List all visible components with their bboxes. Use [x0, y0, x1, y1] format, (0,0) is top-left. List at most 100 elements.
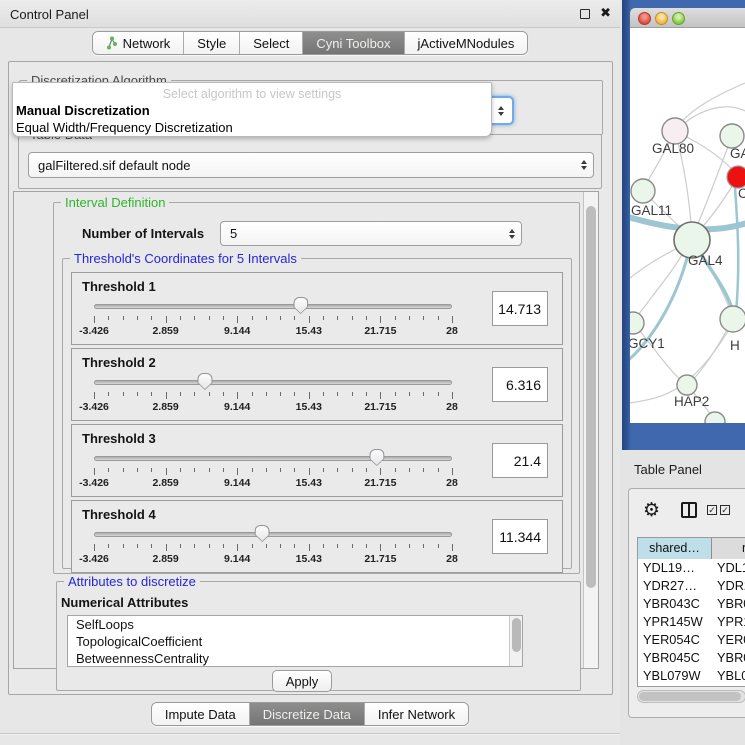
node-attribute-table[interactable]: shared…na YDL19…YDL1YDR27…YDR2YBR043CYBR…	[637, 537, 745, 687]
threshold-panel: Threshold 2 -3.4262.8599.14415.4321.7152…	[71, 348, 563, 421]
number-of-intervals-label: Number of Intervals	[82, 226, 204, 241]
cell-name: YDL1	[712, 559, 745, 577]
slider-thumb[interactable]	[369, 449, 384, 466]
table-row[interactable]: YBR045CYBR0	[638, 649, 745, 667]
slider-track[interactable]	[94, 532, 452, 537]
node-label: GAL11	[631, 203, 672, 218]
table-row[interactable]: YBL079WYBL0	[638, 667, 745, 685]
network-view-window[interactable]: GAL80 GA C GAL11 GAL4 GCY1 H HAP2	[622, 0, 745, 450]
tab-network[interactable]: Network	[93, 32, 185, 54]
table-row[interactable]: YLR345WYLR3	[638, 685, 745, 687]
cell-shared-name: YPR145W	[638, 613, 712, 631]
node-gcy1[interactable]	[630, 312, 644, 334]
table-row[interactable]: YER054CYER0	[638, 631, 745, 649]
threshold-value-field[interactable]: 11.344	[492, 519, 548, 554]
settings-scroll-area: Interval Definition Number of Intervals …	[13, 191, 599, 669]
tab-label: Select	[253, 36, 289, 51]
slider-track[interactable]	[94, 380, 452, 385]
threshold-value-field[interactable]: 6.316	[492, 367, 548, 402]
slider-ticks	[94, 316, 452, 324]
cell-shared-name: YBR043C	[638, 595, 712, 613]
control-panel-titlebar: Control Panel ✖	[0, 0, 620, 28]
table-row[interactable]: YPR145WYPR1	[638, 613, 745, 631]
tab-jactivemnodules[interactable]: jActiveMNodules	[405, 32, 528, 54]
column-header[interactable]: na	[712, 538, 745, 559]
dropdown-option-equal-width[interactable]: Equal Width/Frequency Discretization	[16, 120, 233, 135]
threshold-value-field[interactable]: 14.713	[492, 291, 548, 326]
tab-infer-network[interactable]: Infer Network	[365, 703, 468, 725]
slider-thumb[interactable]	[255, 525, 270, 542]
tab-select[interactable]: Select	[240, 32, 303, 54]
settings-scrollbar[interactable]	[583, 192, 598, 668]
scrollbar-thumb[interactable]	[586, 206, 596, 588]
cell-name: YPR1	[712, 613, 745, 631]
dropdown-placeholder-option[interactable]: Select algorithm to view settings	[13, 87, 491, 101]
threshold-panel: Threshold 1 -3.4262.8599.14415.4321.7152…	[71, 272, 563, 345]
zoom-traffic-light-icon[interactable]	[672, 12, 685, 25]
combo-stepper-icon	[503, 229, 521, 239]
threshold-value-field[interactable]: 21.4	[492, 443, 548, 478]
slider-thumb[interactable]	[293, 297, 308, 314]
tab-discretize-data[interactable]: Discretize Data	[250, 703, 365, 725]
float-window-icon[interactable]	[580, 9, 590, 19]
numerical-attributes-list[interactable]: SelfLoopsTopologicalCoefficientBetweenne…	[67, 615, 523, 667]
split-columns-icon[interactable]	[681, 502, 697, 518]
node-red-selected[interactable]	[727, 166, 745, 188]
threshold-panel: Threshold 4 -3.4262.8599.14415.4321.7152…	[71, 500, 563, 573]
table-row[interactable]: YDL19…YDL1	[638, 559, 745, 577]
table-row[interactable]: YBR043CYBR0	[638, 595, 745, 613]
cell-shared-name: YBR045C	[638, 649, 712, 667]
node-right-h[interactable]	[720, 306, 745, 332]
table-panel: ⚙ ✓ ✓ shared…na YDL19…YDL1YDR27…YDR2YBR0…	[628, 488, 745, 718]
attribute-list-item[interactable]: TopologicalCoefficient	[68, 633, 522, 650]
tab-impute-data[interactable]: Impute Data	[152, 703, 250, 725]
table-row[interactable]: YDR27…YDR2	[638, 577, 745, 595]
combo-stepper-icon	[492, 106, 510, 116]
number-of-intervals-combobox[interactable]: 5	[220, 221, 522, 246]
algorithm-dropdown-popup: Select algorithm to view settings Manual…	[12, 82, 492, 137]
threshold-label: Threshold 1	[82, 279, 156, 294]
close-traffic-light-icon[interactable]	[638, 12, 651, 25]
panel-title: Control Panel	[10, 7, 89, 22]
node-bottom-partial[interactable]	[705, 412, 725, 423]
cell-name: YLR3	[712, 685, 745, 687]
combo-stepper-icon	[575, 160, 593, 170]
gear-icon[interactable]: ⚙	[643, 499, 660, 522]
top-tab-row: Network Style Select Cyni Toolbox jActiveMNo…	[0, 31, 620, 55]
list-scrollbar[interactable]	[509, 616, 522, 666]
checkbox-icon[interactable]: ✓	[707, 505, 717, 515]
node-gal11[interactable]	[631, 179, 655, 203]
table-data-combobox[interactable]: galFiltered.sif default node	[28, 152, 594, 178]
checkbox-icon[interactable]: ✓	[720, 505, 730, 515]
slider-track[interactable]	[94, 456, 452, 461]
table-hscrollbar[interactable]	[637, 690, 745, 703]
node-top-right[interactable]	[720, 124, 744, 148]
slider-ticks	[94, 392, 452, 400]
threshold-label: Threshold 3	[82, 431, 156, 446]
scrollbar-thumb[interactable]	[512, 618, 521, 652]
dropdown-option-manual[interactable]: Manual Discretization	[16, 103, 150, 118]
column-header[interactable]: shared…	[638, 538, 712, 559]
minimize-traffic-light-icon[interactable]	[655, 12, 668, 25]
slider-track[interactable]	[94, 304, 452, 309]
scrollbar-thumb[interactable]	[639, 692, 741, 701]
attribute-list-item[interactable]: BetweennessCentrality	[68, 650, 522, 667]
bottom-tab-group: Impute DataDiscretize DataInfer Network	[151, 702, 469, 726]
slider-thumb[interactable]	[197, 373, 212, 390]
node-label: H	[730, 338, 740, 353]
tab-style[interactable]: Style	[184, 32, 240, 54]
slider-tick-labels: -3.4262.8599.14415.4321.71528	[94, 401, 452, 413]
thresholds-group-label: Threshold's Coordinates for 5 Intervals	[70, 251, 301, 266]
tab-cyni-toolbox[interactable]: Cyni Toolbox	[303, 32, 404, 54]
tab-label: jActiveMNodules	[418, 36, 515, 51]
table-data-group: Table Data galFiltered.sif default node	[18, 134, 602, 189]
network-canvas[interactable]: GAL80 GA C GAL11 GAL4 GCY1 H HAP2	[630, 28, 745, 423]
attribute-list-item[interactable]: SelfLoops	[68, 616, 522, 633]
slider-ticks	[94, 468, 452, 476]
close-icon[interactable]: ✖	[600, 5, 611, 21]
table-panel-title: Table Panel	[634, 462, 702, 477]
cell-shared-name: YDR27…	[638, 577, 712, 595]
node-hap2[interactable]	[677, 375, 697, 395]
tab-label: Network	[123, 36, 171, 51]
apply-button[interactable]: Apply	[272, 670, 332, 692]
